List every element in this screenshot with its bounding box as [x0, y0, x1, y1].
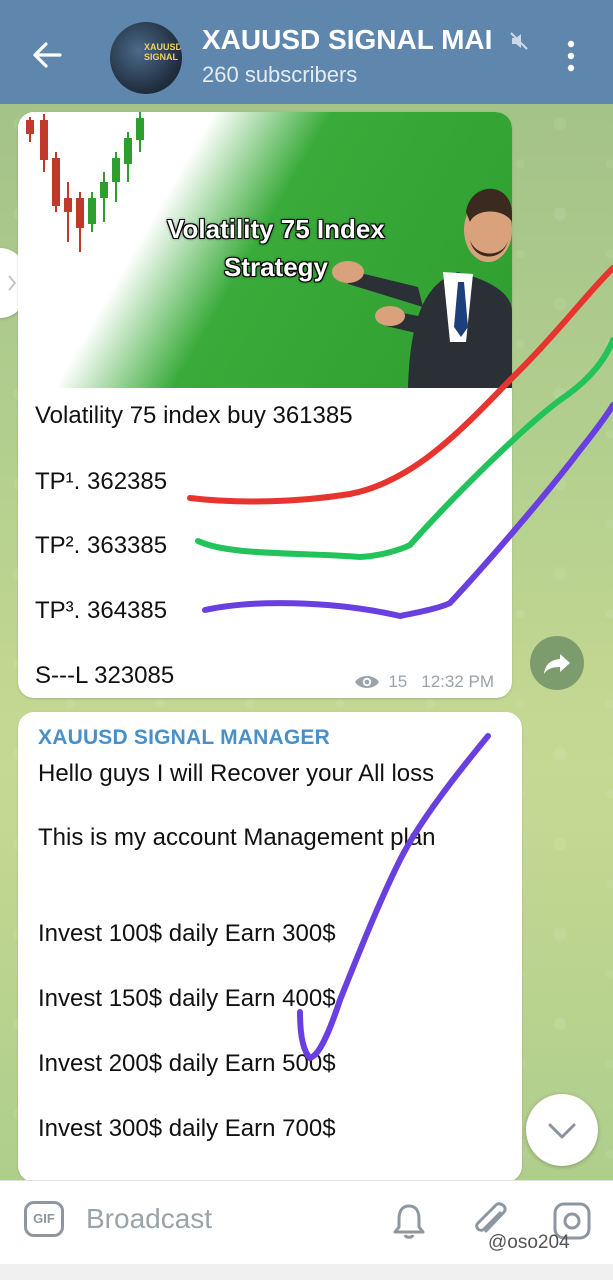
channel-title[interactable]: XAUUSD SIGNAL MAI — [202, 24, 502, 56]
message-line: Hello guys I will Recover your All loss — [38, 760, 435, 787]
view-count: 15 — [388, 672, 408, 691]
message-line: TP². 363385 — [35, 532, 168, 559]
message-line: This is my account Management plan — [38, 824, 436, 851]
scroll-down-button[interactable] — [526, 1094, 598, 1166]
eye-icon — [355, 676, 380, 688]
message-line: Invest 300$ daily Earn 700$ — [38, 1115, 336, 1142]
bell-icon[interactable] — [390, 1201, 428, 1241]
message-line: Invest 100$ daily Earn 300$ — [38, 920, 336, 947]
share-button[interactable] — [530, 636, 584, 690]
chevron-down-icon — [548, 1123, 576, 1139]
message-line: TP¹. 362385 — [35, 468, 168, 495]
chat-header: XAUUSD SIGNAL XAUUSD SIGNAL MAI 260 subs… — [0, 0, 613, 104]
watermark-text: @oso204 — [488, 1232, 570, 1253]
message-meta: 15 12:32 PM — [354, 672, 494, 692]
subscriber-count: 260 subscribers — [202, 62, 358, 87]
avatar-text: XAUUSD SIGNAL — [144, 42, 182, 62]
forward-arrow-icon — [544, 654, 570, 674]
message-line: TP³. 364385 — [35, 597, 168, 624]
message-line: S---L 323085 — [35, 662, 175, 689]
post-image[interactable]: Volatility 75 Index Strategy — [18, 112, 512, 388]
muted-speaker-icon — [510, 32, 528, 50]
arrow-left-icon[interactable] — [30, 38, 64, 72]
message-line: Invest 150$ daily Earn 400$ — [38, 985, 336, 1012]
message-bubble[interactable]: XAUUSD SIGNAL MANAGER Hello guys I will … — [18, 712, 522, 1182]
message-input[interactable]: Broadcast — [86, 1203, 212, 1235]
system-nav-strip — [0, 1264, 613, 1280]
image-title-line2: Strategy — [223, 252, 329, 282]
channel-avatar[interactable]: XAUUSD SIGNAL — [110, 22, 182, 94]
message-bubble[interactable]: Volatility 75 Index Strategy Volatility … — [18, 112, 512, 698]
sender-name[interactable]: XAUUSD SIGNAL MANAGER — [38, 726, 330, 750]
gif-button[interactable]: GIF — [24, 1201, 64, 1237]
image-title-line1: Volatility 75 Index — [167, 214, 385, 244]
message-time: 12:32 PM — [421, 672, 494, 691]
kebab-menu-icon[interactable] — [562, 38, 580, 74]
message-line: Volatility 75 index buy 361385 — [35, 402, 353, 429]
message-line: Invest 200$ daily Earn 500$ — [38, 1050, 336, 1077]
image-caption-text: Volatility 75 Index Strategy — [126, 210, 426, 286]
